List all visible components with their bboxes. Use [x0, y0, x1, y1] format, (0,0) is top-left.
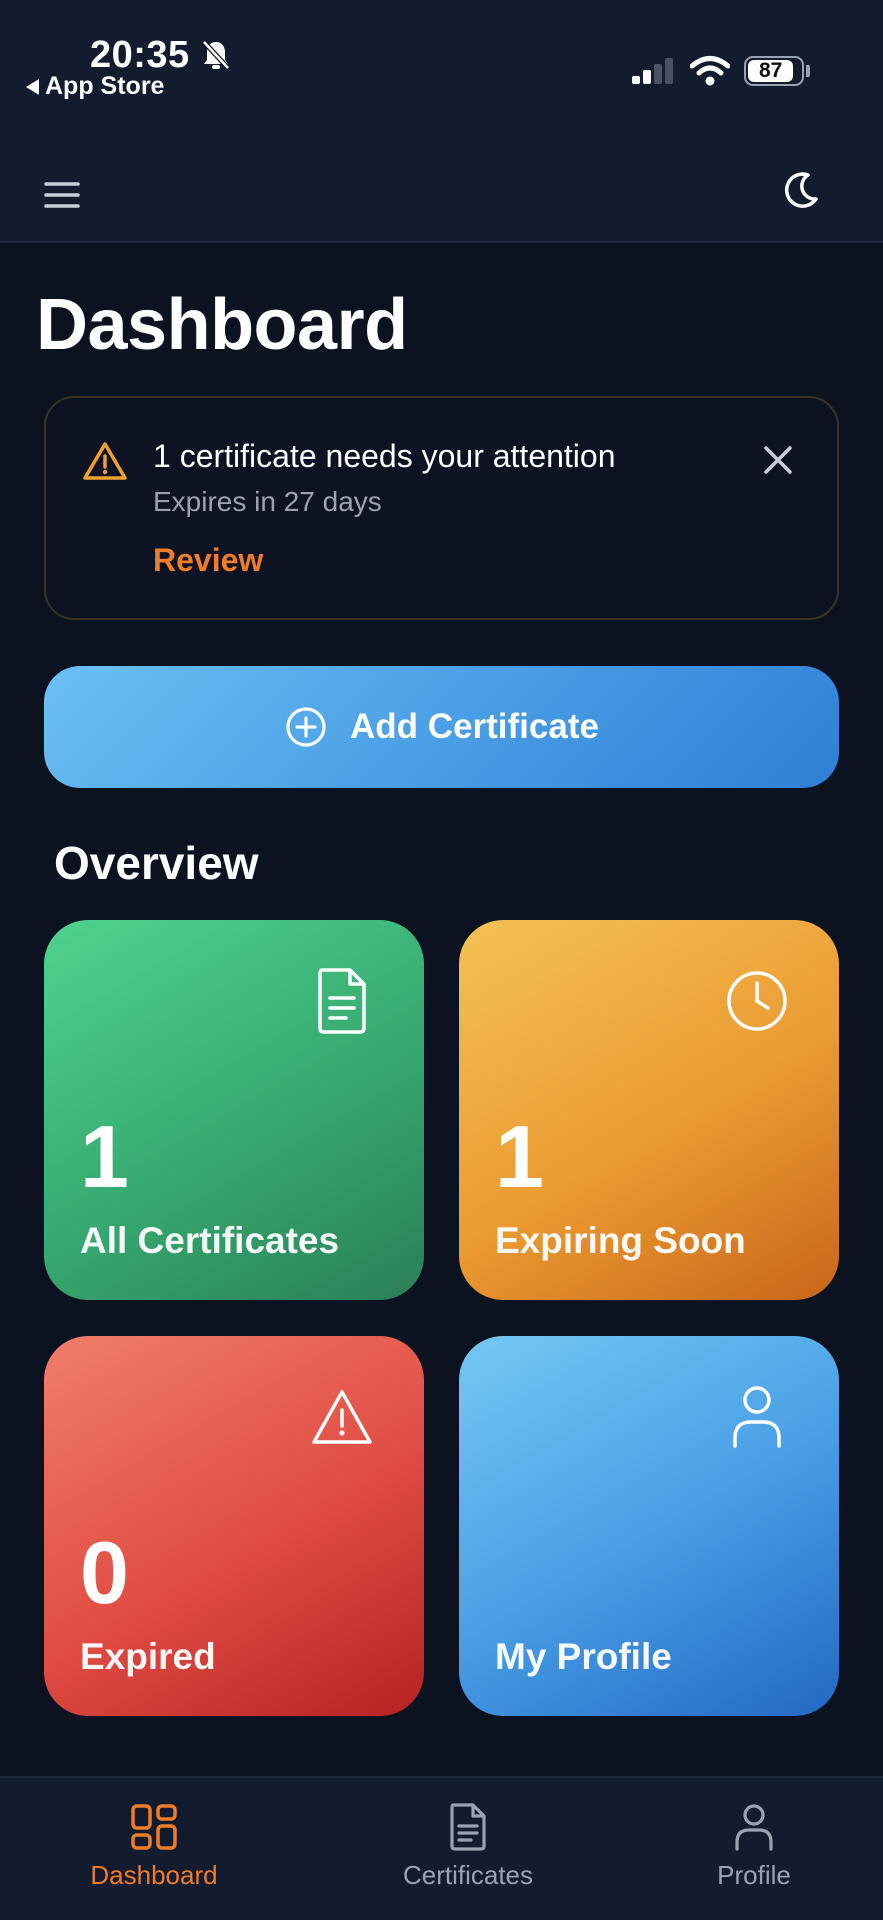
close-icon[interactable]: [760, 442, 796, 478]
moon-icon[interactable]: [778, 169, 822, 213]
tile-my-profile[interactable]: My Profile: [459, 1336, 839, 1716]
expiring-soon-label: Expiring Soon: [495, 1220, 746, 1261]
battery-nub: [806, 65, 810, 77]
bell-muted-icon: [202, 40, 230, 70]
bottom-navigation: Dashboard Certificates Profile: [0, 1776, 883, 1920]
nav-item-profile[interactable]: Profile: [674, 1778, 834, 1920]
all-certificates-count: 1: [80, 1107, 129, 1206]
clock-icon: [727, 971, 787, 1031]
tile-expired[interactable]: 0 Expired: [44, 1336, 424, 1716]
battery-level: 87: [758, 59, 783, 82]
alert-subtitle: Expires in 27 days: [153, 486, 382, 517]
user-icon: [733, 1386, 781, 1448]
tile-all-certificates[interactable]: 1 All Certificates: [44, 920, 424, 1300]
all-certificates-label: All Certificates: [80, 1220, 340, 1261]
battery-fill: 87: [748, 59, 794, 82]
status-bar: 20:35 App Store 87: [0, 0, 883, 145]
expired-count: 0: [80, 1523, 129, 1622]
nav-label-dashboard: Dashboard: [90, 1860, 218, 1890]
wifi-icon: [690, 56, 730, 86]
signal-icon: [632, 58, 673, 84]
nav-item-certificates[interactable]: Certificates: [388, 1778, 548, 1920]
hamburger-menu-icon[interactable]: [40, 175, 84, 215]
nav-item-dashboard[interactable]: Dashboard: [74, 1778, 234, 1920]
back-to-app-store[interactable]: App Store: [26, 72, 164, 101]
tile-expiring-soon[interactable]: 1 Expiring Soon: [459, 920, 839, 1300]
dashboard-icon: [131, 1804, 177, 1850]
overview-title: Overview: [54, 837, 259, 889]
document-icon: [450, 1803, 486, 1851]
document-icon: [318, 968, 366, 1034]
my-profile-label: My Profile: [495, 1636, 672, 1677]
nav-label-certificates: Certificates: [402, 1860, 534, 1890]
top-app-bar: [0, 145, 883, 243]
status-time: 20:35: [90, 34, 190, 76]
user-icon: [735, 1804, 773, 1851]
back-arrow-icon: [26, 78, 39, 95]
attention-alert: 1 certificate needs your attention Expir…: [44, 396, 839, 620]
page-title: Dashboard: [36, 285, 408, 365]
review-link[interactable]: Review: [153, 542, 263, 579]
warning-icon: [83, 442, 127, 480]
expiring-soon-count: 1: [495, 1107, 544, 1206]
add-certificate-button[interactable]: Add Certificate: [44, 666, 839, 788]
nav-label-profile: Profile: [717, 1860, 791, 1890]
back-app-label: App Store: [45, 72, 165, 100]
battery-indicator: 87: [744, 56, 804, 86]
add-certificate-label: Add Certificate: [350, 707, 599, 746]
plus-circle-icon: [286, 707, 326, 747]
warning-icon: [312, 1390, 372, 1444]
alert-title: 1 certificate needs your attention: [153, 438, 616, 474]
expired-label: Expired: [80, 1636, 216, 1677]
